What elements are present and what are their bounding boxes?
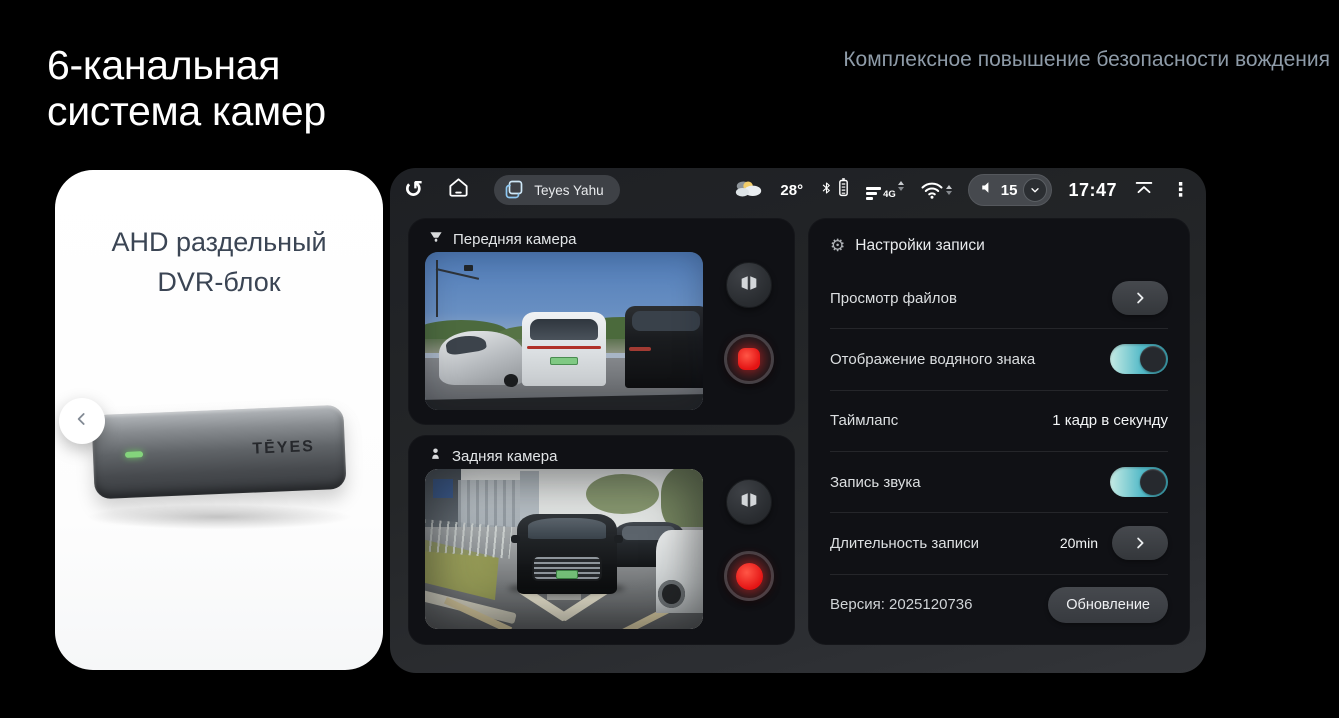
rear-camera-title: Задняя камера [452,448,557,465]
hide-panel-icon[interactable] [1133,177,1155,204]
carousel-prev-button[interactable] [59,398,105,444]
chevron-down-icon [1029,184,1041,196]
audio-record-toggle[interactable] [1110,467,1168,497]
timelapse-value: 1 кадр в секунду [1052,412,1168,429]
battery-icon [837,177,850,203]
audio-record-label: Запись звука [830,474,921,491]
home-icon[interactable] [447,176,470,204]
record-duration-value: 20min [1060,535,1098,551]
wifi-icon [920,181,952,200]
bluetooth-icon [819,178,834,203]
row-record-duration: Длительность записи 20min [830,512,1168,573]
front-camera-panel: Передняя камера [408,218,795,425]
front-camera-flip-button[interactable] [726,262,772,308]
head-unit-screen: ↺ Teyes Yahu 28° [390,168,1206,673]
dvr-caption-line1: AHD раздельный [55,222,383,262]
version-label: Версия: 2025120736 [830,596,972,613]
dvr-device-image: TĒYES [85,392,353,532]
kebab-menu-icon[interactable]: ⋮ [1171,181,1190,200]
front-camera-view [425,252,703,410]
chevron-right-icon [1131,289,1149,307]
volume-level: 15 [1001,182,1018,199]
cellular-4g-icon: 4G [866,181,904,200]
stop-record-icon [738,348,760,370]
temperature-label: 28° [780,182,803,199]
page-subtitle: Комплексное повышение безопасности вожде… [843,48,1330,72]
watermark-toggle[interactable] [1110,344,1168,374]
page-title-line2: система камер [47,88,326,134]
flip-view-icon [738,272,760,299]
rear-camera-panel: Задняя камера [408,435,795,645]
rear-camera-record-button[interactable] [724,551,774,601]
rear-camera-flip-button[interactable] [726,479,772,525]
page-title: 6-канальная система камер [47,42,326,134]
page-title-line1: 6-канальная [47,42,326,88]
flip-view-icon [738,489,760,516]
row-version: Версия: 2025120736 Обновление [830,574,1168,635]
current-app-pill[interactable]: Teyes Yahu [494,175,619,205]
rear-camera-header: Задняя камера [428,446,557,466]
volume-pill[interactable]: 15 [968,174,1053,206]
rear-camera-icon [428,446,443,466]
settings-title: Настройки записи [855,237,985,255]
volume-expand-button[interactable] [1023,178,1047,202]
dvr-device-shadow [81,504,357,530]
row-view-files: Просмотр файлов [830,268,1168,328]
row-timelapse: Таймлапс 1 кадр в секунду [830,390,1168,451]
settings-header: ⚙ Настройки записи [830,224,1168,268]
gear-icon: ⚙ [830,238,845,255]
speaker-icon [980,180,995,200]
front-camera-icon [428,229,444,249]
front-camera-record-button[interactable] [724,334,774,384]
record-settings-panel: ⚙ Настройки записи Просмотр файлов Отобр… [808,218,1190,645]
dvr-caption-line2: DVR-блок [55,262,383,302]
row-watermark: Отображение водяного знака [830,328,1168,389]
dvr-caption: AHD раздельный DVR-блок [55,222,383,302]
view-files-label: Просмотр файлов [830,290,957,307]
clock-label: 17:47 [1068,180,1117,201]
record-duration-button[interactable] [1112,526,1168,560]
status-bar: ↺ Teyes Yahu 28° [390,168,1206,212]
record-duration-label: Длительность записи [830,535,979,552]
dvr-status-led [125,451,143,458]
chevron-left-icon [72,409,92,434]
back-icon[interactable]: ↺ [404,179,423,202]
dvr-device-body: TĒYES [91,405,346,499]
network-type-label: 4G [883,189,896,200]
rear-camera-view [425,469,703,629]
dvr-brand-logo: TĒYES [252,438,315,459]
row-audio-record: Запись звука [830,451,1168,512]
chevron-right-icon [1131,534,1149,552]
front-camera-header: Передняя камера [428,229,577,249]
current-app-name: Teyes Yahu [534,183,603,198]
watermark-label: Отображение водяного знака [830,351,1035,368]
page: 6-канальная система камер Комплексное по… [0,0,1339,718]
toggle-knob [1140,346,1166,372]
view-files-button[interactable] [1112,281,1168,315]
toggle-knob [1140,469,1166,495]
start-record-icon [736,563,763,590]
recent-apps-icon [502,177,526,204]
bluetooth-battery-group [819,177,850,203]
timelapse-label: Таймлапс [830,412,898,429]
update-button[interactable]: Обновление [1048,587,1168,623]
front-camera-title: Передняя камера [453,231,577,248]
weather-icon [734,177,764,204]
